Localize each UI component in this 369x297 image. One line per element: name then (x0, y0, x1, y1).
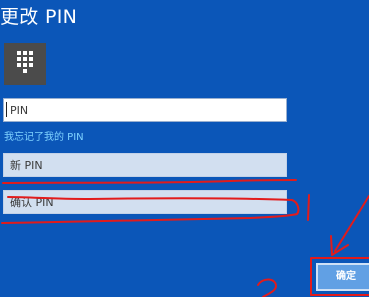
annotation-arrow (334, 195, 369, 252)
confirm-pin-input[interactable] (3, 190, 287, 214)
change-pin-dialog: 更改 PIN 我忘记了我的 PIN 确定 (0, 0, 369, 297)
ok-button[interactable]: 确定 (316, 263, 369, 291)
annotation-number-1 (307, 194, 310, 221)
annotation-underline-new-pin (2, 179, 297, 184)
annotation-arrow-head (330, 235, 349, 256)
red-annotation-overlay (1, 179, 369, 297)
page-title: 更改 PIN (0, 6, 78, 28)
text-cursor (6, 102, 7, 117)
keypad-icon (4, 43, 46, 85)
annotation-number-2 (257, 278, 277, 297)
current-pin-input[interactable] (3, 98, 287, 122)
new-pin-input[interactable] (3, 153, 287, 177)
forgot-pin-link[interactable]: 我忘记了我的 PIN (4, 131, 84, 145)
